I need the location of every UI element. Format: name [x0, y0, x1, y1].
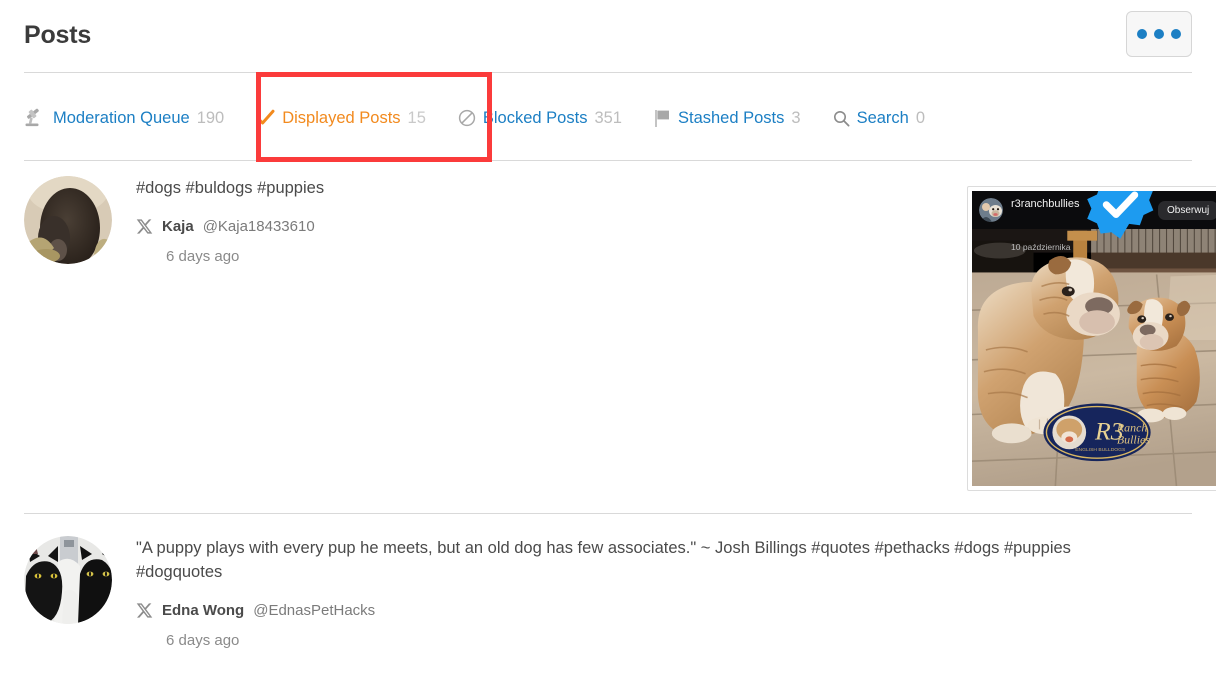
post-author-handle: @Kaja18433610: [202, 217, 315, 235]
instagram-author-info: r3ranchbullies 10 października: [1011, 191, 1158, 253]
flag-icon: [654, 109, 671, 128]
svg-text:ENGLISH BULLDOGS: ENGLISH BULLDOGS: [1075, 447, 1126, 453]
blocked-icon: [458, 109, 476, 127]
tab-label-displayed-posts: Displayed Posts: [282, 108, 401, 127]
more-options-button[interactable]: [1126, 11, 1192, 57]
instagram-post-date: 10 października: [1011, 242, 1071, 253]
x-logo-icon: [136, 218, 153, 234]
more-horizontal-icon-dot-1: [1137, 29, 1147, 39]
tab-count-search: 0: [915, 108, 926, 127]
post-separator: [24, 513, 1192, 514]
tab-label-blocked-posts: Blocked Posts: [482, 108, 588, 127]
page-title: Posts: [24, 21, 92, 49]
tab-count-stashed-posts: 3: [791, 108, 801, 127]
tab-count-displayed-posts: 15: [407, 108, 426, 127]
tab-label-moderation-queue: Moderation Queue: [53, 108, 190, 127]
post-media-card[interactable]: R3 Ranch Bullies ENGLISH BULLDOGS r3ranc…: [967, 186, 1216, 491]
posts-page: Posts Moderation Queue 190 Displayed Pos…: [0, 0, 1216, 676]
check-icon: [256, 109, 275, 127]
gavel-icon: [24, 108, 46, 128]
tab-label-search: Search: [856, 108, 909, 127]
post-author-name: Edna Wong: [162, 601, 245, 619]
verified-badge-icon: [1087, 191, 1154, 239]
tabs-divider: [24, 160, 1192, 161]
svg-text:Bullies: Bullies: [1117, 432, 1150, 446]
search-icon: [833, 110, 850, 127]
tab-bar: Moderation Queue 190 Displayed Posts 15 …: [24, 96, 925, 140]
tab-displayed-posts[interactable]: Displayed Posts 15: [256, 109, 426, 128]
tab-count-blocked-posts: 351: [594, 108, 622, 127]
tab-search[interactable]: Search 0: [833, 109, 925, 128]
more-horizontal-icon-dot-2: [1154, 29, 1164, 39]
x-logo-icon: [136, 602, 153, 618]
tab-label-stashed-posts: Stashed Posts: [677, 108, 785, 127]
tab-moderation-queue[interactable]: Moderation Queue 190: [24, 108, 224, 128]
tab-stashed-posts[interactable]: Stashed Posts 3: [654, 109, 801, 128]
post-body: "A puppy plays with every pup he meets, …: [136, 536, 1116, 649]
post-meta: Edna Wong @EdnasPetHacks 6 days ago: [136, 600, 1116, 649]
avatar: [24, 176, 112, 264]
post-author-handle: @EdnasPetHacks: [253, 601, 376, 619]
tab-count-moderation-queue: 190: [196, 108, 225, 127]
tab-blocked-posts[interactable]: Blocked Posts 351: [458, 109, 622, 128]
more-horizontal-icon-dot-3: [1171, 29, 1181, 39]
post-timestamp: 6 days ago: [166, 632, 240, 649]
post-media-image: R3 Ranch Bullies ENGLISH BULLDOGS r3ranc…: [972, 191, 1216, 486]
instagram-follow-button[interactable]: Obserwuj: [1158, 200, 1216, 220]
instagram-author-avatar: [979, 198, 1003, 222]
post-text: #dogs #buldogs #puppies: [136, 179, 325, 197]
post-author-name: Kaja: [162, 217, 194, 235]
post-author-row: Edna Wong @EdnasPetHacks: [136, 600, 1116, 620]
instagram-embed-header: r3ranchbullies 10 października Obserwuj: [972, 191, 1216, 252]
post-body: #dogs #buldogs #puppies Kaja @Kaja184336…: [136, 176, 1216, 491]
avatar: [24, 536, 112, 624]
post-text: "A puppy plays with every pup he meets, …: [136, 539, 1071, 581]
instagram-username: r3ranchbullies: [1011, 197, 1080, 210]
header-divider: [24, 72, 1192, 73]
